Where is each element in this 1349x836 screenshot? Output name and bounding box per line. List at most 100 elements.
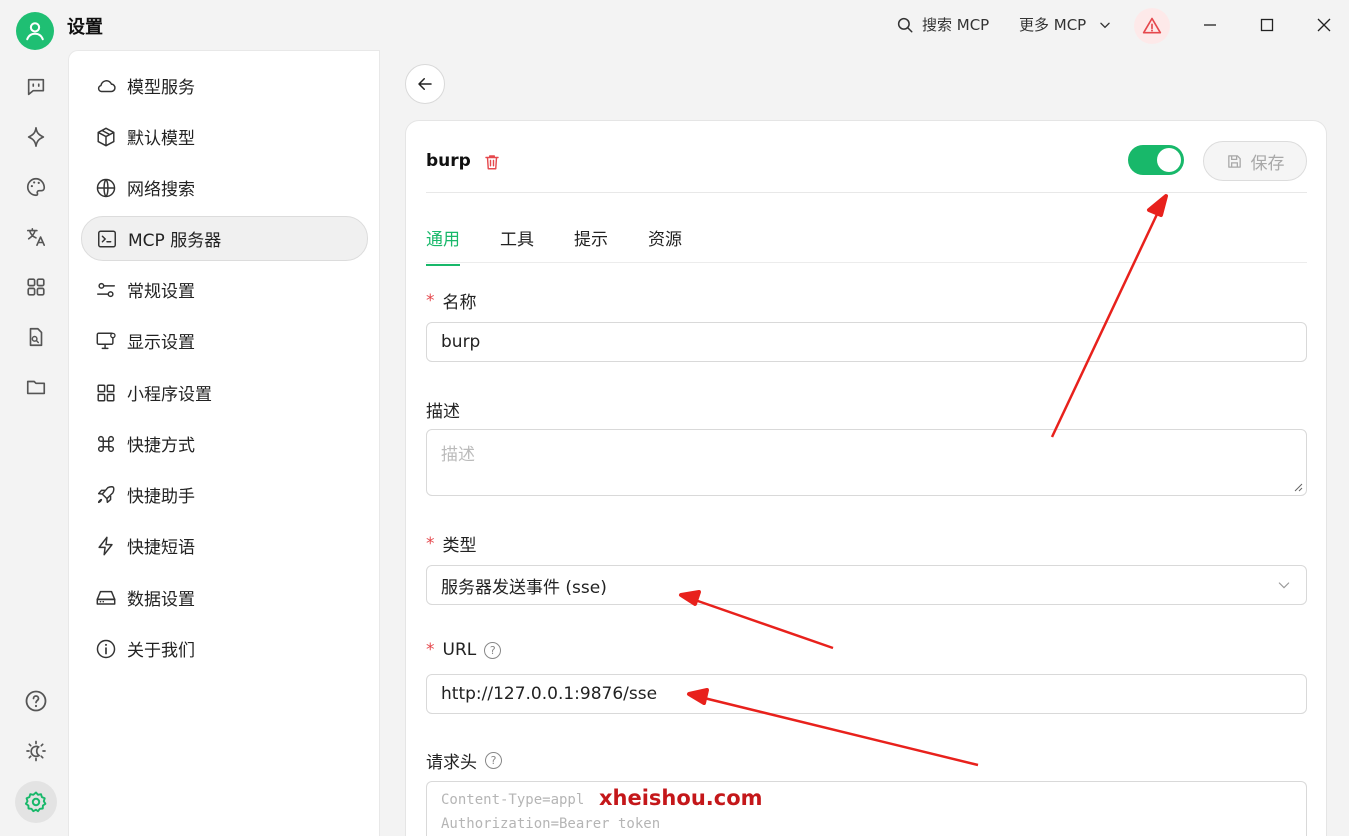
headers-placeholder-line2: Authorization=Bearer token — [441, 816, 661, 832]
save-button[interactable]: 保存 — [1203, 141, 1307, 181]
chevron-down-icon — [1278, 582, 1290, 589]
tab-prompts[interactable]: 提示 — [574, 225, 608, 266]
description-placeholder: 描述 — [441, 445, 475, 465]
required-mark: * — [426, 640, 435, 660]
menu-item-mcp-server[interactable]: MCP 服务器 — [81, 216, 368, 261]
rail-assistant[interactable] — [22, 123, 50, 151]
user-icon — [26, 22, 44, 41]
search-mcp-label: 搜索 MCP — [922, 16, 990, 34]
sparkle-icon — [27, 127, 45, 147]
back-button[interactable] — [405, 64, 445, 104]
tab-resources[interactable]: 资源 — [648, 225, 682, 266]
minimize-icon — [1204, 24, 1216, 26]
resize-handle-icon[interactable] — [1293, 482, 1303, 492]
translate-icon — [26, 227, 46, 247]
save-label: 保存 — [1250, 153, 1285, 174]
header-divider — [426, 192, 1307, 193]
menu-item-label: 网络搜索 — [127, 180, 195, 200]
menu-item-label: 显示设置 — [127, 333, 195, 353]
server-enabled-toggle[interactable] — [1128, 145, 1184, 175]
apps-icon — [27, 278, 45, 296]
rail-settings[interactable] — [22, 788, 50, 816]
window-title: 设置 — [67, 17, 103, 38]
help-icon[interactable]: ? — [485, 752, 502, 769]
arrow-left-icon — [418, 78, 432, 90]
headers-label: 请求头 ? — [426, 748, 502, 773]
description-label-text: 描述 — [426, 402, 460, 422]
rail-files[interactable] — [22, 323, 50, 351]
url-input[interactable]: http://127.0.0.1:9876/sse — [426, 674, 1307, 714]
headers-textarea[interactable]: Content-Type=appl Authorization=Bearer t… — [426, 781, 1307, 836]
globe-icon — [95, 177, 117, 199]
type-select[interactable]: 服务器发送事件 (sse) — [426, 565, 1307, 605]
menu-item-default-model[interactable]: 默认模型 — [81, 114, 368, 159]
apps-icon — [95, 382, 117, 404]
rail-folder[interactable] — [22, 373, 50, 401]
name-input-value: burp — [441, 332, 481, 352]
headers-label-text: 请求头 — [426, 753, 477, 773]
drive-icon — [95, 587, 117, 609]
settings-icon — [24, 791, 47, 813]
more-mcp-label: 更多 MCP — [1019, 16, 1087, 34]
chat-icon — [27, 78, 45, 96]
menu-item-about[interactable]: 关于我们 — [81, 626, 368, 671]
url-label: * URL ? — [426, 640, 502, 660]
save-icon — [1227, 154, 1241, 168]
warning-button[interactable] — [1134, 8, 1170, 44]
help-icon[interactable]: ? — [484, 641, 502, 659]
menu-item-display-settings[interactable]: 显示设置 — [81, 318, 368, 363]
rail-paint[interactable] — [22, 173, 50, 201]
rail-translate[interactable] — [22, 223, 50, 251]
info-icon — [95, 638, 117, 660]
menu-item-label: MCP 服务器 — [128, 231, 222, 251]
menu-item-web-search[interactable]: 网络搜索 — [81, 165, 368, 210]
menu-item-model-service[interactable]: 模型服务 — [81, 63, 368, 108]
rail-chat[interactable] — [22, 73, 50, 101]
more-mcp-dropdown[interactable]: 更多 MCP — [1019, 14, 1112, 35]
delete-button[interactable] — [483, 152, 501, 172]
url-input-value: http://127.0.0.1:9876/sse — [441, 684, 658, 704]
menu-item-label: 默认模型 — [127, 129, 195, 149]
minimize-button[interactable] — [1196, 12, 1224, 38]
close-icon — [1317, 18, 1331, 32]
close-button[interactable] — [1310, 12, 1338, 38]
maximize-icon — [1260, 18, 1274, 32]
menu-item-data-settings[interactable]: 数据设置 — [81, 575, 368, 620]
maximize-button[interactable] — [1253, 12, 1281, 38]
cube-icon — [95, 126, 117, 148]
theme-icon — [26, 740, 46, 762]
user-avatar[interactable] — [16, 12, 54, 50]
trash-icon — [485, 155, 499, 170]
search-mcp-button[interactable]: 搜索 MCP — [896, 14, 989, 35]
tab-tools[interactable]: 工具 — [500, 225, 534, 266]
settings-menu: 模型服务 默认模型 网络搜索 MCP 服务器 常规设置 显示设置 小程序设置 快… — [68, 50, 380, 836]
rail-apps[interactable] — [22, 273, 50, 301]
type-label-text: 类型 — [442, 536, 477, 556]
tab-general[interactable]: 通用 — [426, 225, 460, 266]
menu-item-quick-assistant[interactable]: 快捷助手 — [81, 472, 368, 517]
name-input[interactable]: burp — [426, 322, 1307, 362]
chevron-down-icon — [1100, 22, 1110, 28]
help-icon — [25, 690, 47, 712]
description-label: 描述 — [426, 397, 460, 422]
menu-item-quick-phrases[interactable]: 快捷短语 — [81, 523, 368, 568]
menu-item-label: 数据设置 — [127, 590, 195, 610]
menu-item-shortcuts[interactable]: 快捷方式 — [81, 421, 368, 466]
mcp-server-card: burp 保存 通用 工具 提示 资源 * 名称 burp 描述 描述 * 类型… — [405, 120, 1327, 836]
rail-theme[interactable] — [22, 737, 50, 765]
tab-bar: 通用 工具 提示 资源 — [426, 225, 722, 266]
title-bar: 设置 搜索 MCP 更多 MCP — [0, 0, 1349, 50]
menu-item-general-settings[interactable]: 常规设置 — [81, 267, 368, 312]
monitor-icon — [95, 330, 117, 352]
menu-item-label: 快捷短语 — [127, 538, 195, 558]
menu-item-miniapp-settings[interactable]: 小程序设置 — [81, 370, 368, 415]
description-textarea[interactable]: 描述 — [426, 429, 1307, 496]
tab-divider — [426, 262, 1307, 263]
menu-item-label: 快捷助手 — [127, 487, 195, 507]
toggle-knob — [1157, 148, 1181, 172]
server-name: burp — [426, 151, 471, 171]
command-icon — [95, 433, 117, 455]
terminal-icon — [96, 228, 118, 250]
menu-item-label: 模型服务 — [127, 78, 195, 98]
rail-help[interactable] — [22, 687, 50, 715]
